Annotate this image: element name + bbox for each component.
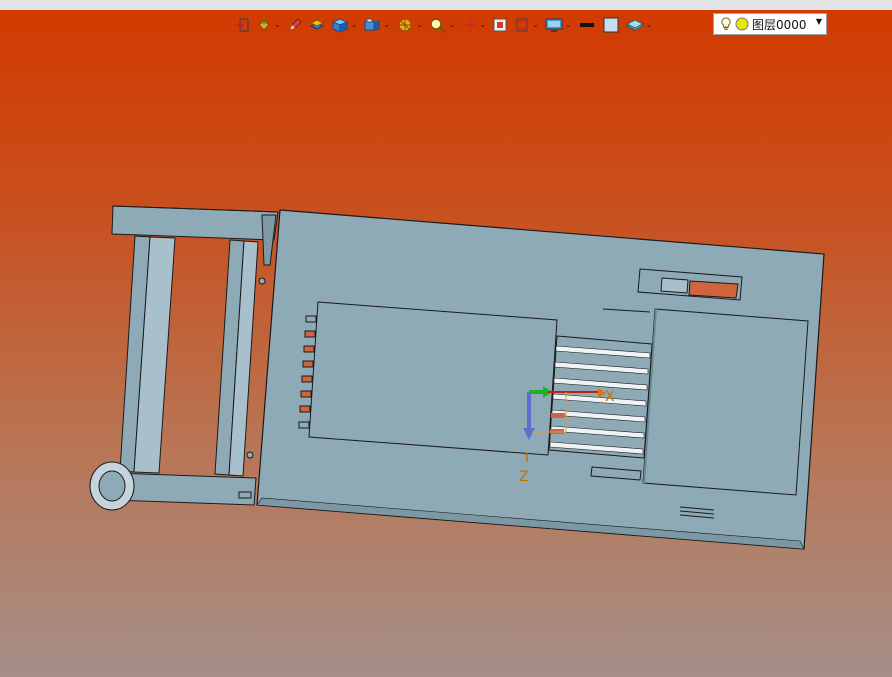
tray-frame[interactable]	[110, 205, 279, 506]
cad-model[interactable]: X Z	[0, 0, 892, 677]
slot-array	[548, 335, 653, 459]
x-axis-label: X	[605, 389, 615, 405]
z-axis-label: Z	[519, 469, 529, 485]
caster-wheel	[89, 461, 135, 511]
chassis-plate[interactable]	[256, 209, 825, 550]
